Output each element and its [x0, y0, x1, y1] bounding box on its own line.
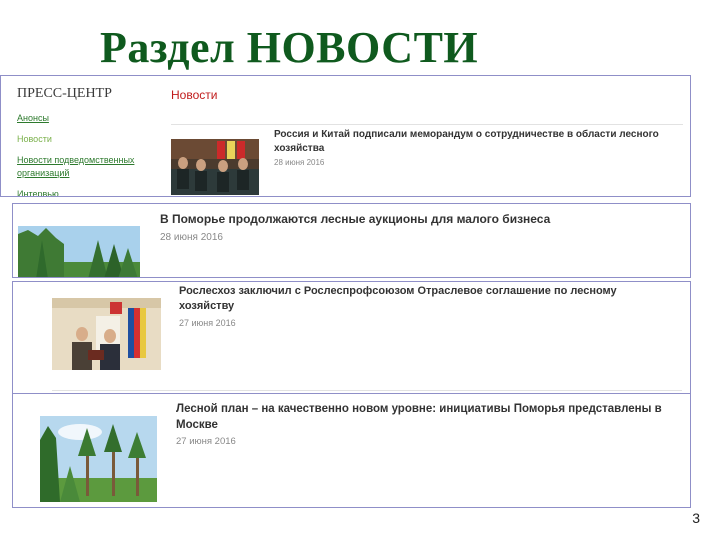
news-thumbnail-agreement[interactable]	[52, 298, 161, 370]
news-item-panel: Лесной план – на качественно новом уровн…	[12, 393, 691, 508]
news-date: 28 июня 2016	[160, 232, 223, 243]
page-number: 3	[692, 510, 700, 526]
news-item-panel: Рослесхоз заключил с Рослеспрофсоюзом От…	[12, 281, 691, 397]
news-section-heading: Новости	[171, 88, 218, 102]
news-title[interactable]: Россия и Китай подписали меморандум о со…	[274, 128, 684, 156]
news-title[interactable]: В Поморье продолжаются лесные аукционы д…	[160, 211, 680, 227]
sidebar-item-subordinate-news[interactable]: Новости подведомственных организаций	[17, 154, 167, 180]
news-date: 28 июня 2016	[274, 158, 325, 167]
news-item-panel: В Поморье продолжаются лесные аукционы д…	[12, 203, 691, 278]
sidebar-item-news[interactable]: Новости	[17, 133, 167, 146]
sidebar-item-interview[interactable]: Интервью	[17, 188, 167, 196]
news-date: 27 июня 2016	[179, 318, 236, 328]
news-date: 27 июня 2016	[176, 436, 236, 447]
divider	[52, 390, 682, 391]
divider	[171, 124, 683, 125]
slide-title: Раздел НОВОСТИ	[100, 23, 479, 72]
news-thumbnail-signing[interactable]	[171, 139, 259, 195]
sidebar-item-announcements[interactable]: Анонсы	[17, 112, 167, 125]
sidebar: ПРЕСС-ЦЕНТР Анонсы Новости Новости подве…	[17, 86, 167, 196]
sidebar-title: ПРЕСС-ЦЕНТР	[17, 86, 112, 101]
news-title[interactable]: Рослесхоз заключил с Рослеспрофсоюзом От…	[179, 284, 669, 314]
press-center-panel: ПРЕСС-ЦЕНТР Анонсы Новости Новости подве…	[0, 75, 691, 197]
news-thumbnail-forest[interactable]	[18, 226, 140, 277]
news-thumbnail-pine-forest[interactable]	[40, 416, 157, 502]
news-title[interactable]: Лесной план – на качественно новом уровн…	[176, 401, 676, 433]
